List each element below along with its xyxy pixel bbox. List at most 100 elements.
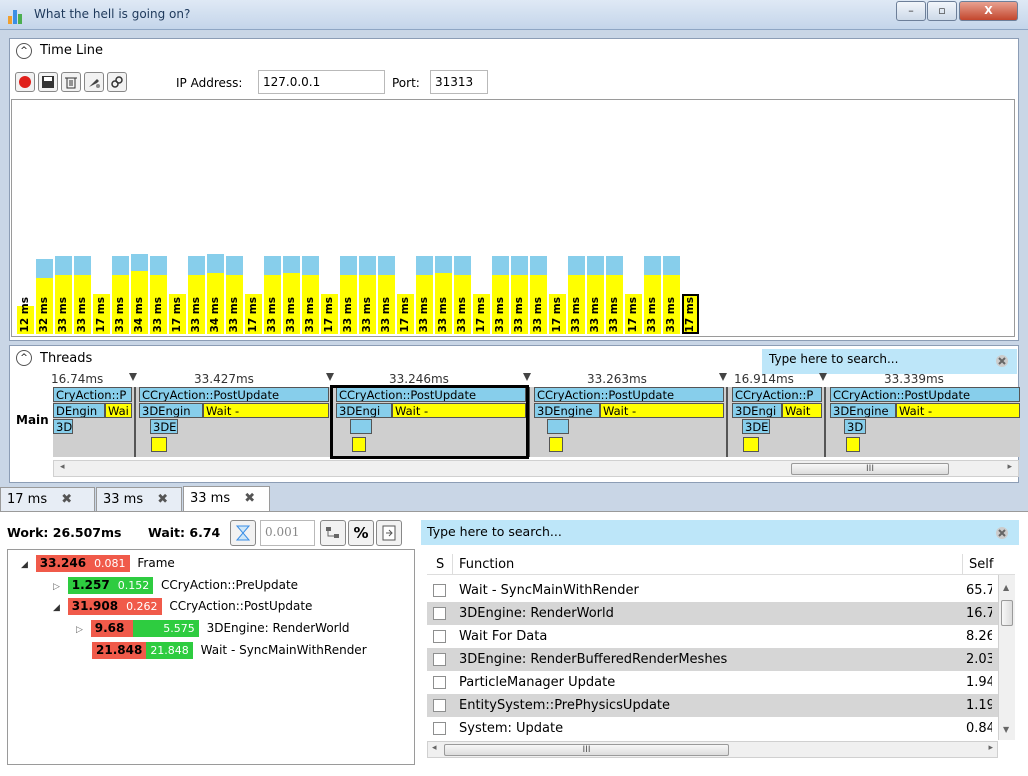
frame-bar[interactable]: 34 ms: [207, 254, 224, 334]
maximize-button[interactable]: ▫: [927, 1, 957, 21]
frame-bar[interactable]: 33 ms: [568, 256, 585, 334]
frame-timeline-graph[interactable]: 12 ms 32 ms 33 ms 33 ms 17 ms 33 ms 34 ms 33 ms…: [11, 99, 1015, 337]
save-button[interactable]: [38, 72, 58, 92]
frame-bar[interactable]: 33 ms: [435, 256, 452, 334]
scroll-right-icon[interactable]: ▸: [1007, 462, 1012, 472]
event-block[interactable]: CCryAction::PostUpdate: [534, 387, 724, 402]
frame-bar[interactable]: 34 ms: [131, 254, 148, 334]
frame-bar[interactable]: 17 ms: [473, 294, 490, 334]
frame-bar[interactable]: 33 ms: [226, 256, 243, 334]
wait-block[interactable]: Wait -: [896, 403, 1020, 418]
frame-bar[interactable]: 33 ms: [359, 256, 376, 334]
frame-bar[interactable]: 17 ms: [549, 294, 566, 334]
filter-button[interactable]: [320, 520, 346, 546]
function-row[interactable]: 3DEngine: RenderWorld 16.7: [427, 602, 1005, 625]
frame-bar[interactable]: 33 ms: [530, 256, 547, 334]
close-tab-icon[interactable]: ✖: [244, 491, 255, 506]
frame-tab[interactable]: 17 ms ✖: [0, 487, 95, 511]
event-block[interactable]: CCryAction::P: [732, 387, 822, 402]
frame-tab-active[interactable]: 33 ms ✖: [183, 486, 270, 512]
tree-row[interactable]: ◢ 33.246 0.081 Frame: [21, 555, 175, 572]
scroll-right-icon[interactable]: ▸: [988, 743, 993, 753]
function-row[interactable]: Wait - SyncMainWithRender 65.7: [427, 579, 1005, 602]
column-function[interactable]: Function: [459, 557, 514, 572]
frame-bar[interactable]: 33 ms: [378, 256, 395, 334]
minimize-button[interactable]: –: [896, 1, 926, 21]
frame-bar[interactable]: 33 ms: [112, 256, 129, 334]
port-input[interactable]: 31313: [430, 70, 488, 94]
timeline-collapse-icon[interactable]: ^: [16, 43, 32, 59]
event-block[interactable]: 3DEngin: [139, 403, 203, 418]
wait-block[interactable]: Wait: [782, 403, 822, 418]
tree-row[interactable]: ◢ 31.908 0.262 CCryAction::PostUpdate: [53, 598, 312, 615]
threads-search-input[interactable]: Type here to search...: [762, 349, 1017, 374]
record-button[interactable]: [15, 72, 35, 92]
frame-bar[interactable]: 33 ms: [511, 256, 528, 334]
frame-bar[interactable]: 17 ms: [682, 294, 699, 334]
scroll-left-icon[interactable]: ◂: [432, 743, 437, 753]
close-tab-icon[interactable]: ✖: [61, 492, 72, 507]
event-block[interactable]: DEngin: [53, 403, 105, 418]
event-block[interactable]: 3D: [53, 419, 73, 434]
thread-timeline[interactable]: CryAction::P DEngin Wai 3D CCryAction::P…: [53, 387, 1020, 457]
wait-block[interactable]: Wait -: [600, 403, 724, 418]
event-block[interactable]: CCryAction::PostUpdate: [830, 387, 1020, 402]
frame-bar[interactable]: 33 ms: [587, 256, 604, 334]
row-checkbox[interactable]: [433, 630, 446, 643]
row-checkbox[interactable]: [433, 699, 446, 712]
frame-bar[interactable]: 12 ms: [17, 297, 34, 334]
close-button[interactable]: X: [959, 1, 1018, 21]
frame-bar[interactable]: 17 ms: [397, 294, 414, 334]
wait-block[interactable]: Wai: [105, 403, 132, 418]
frame-bar[interactable]: 33 ms: [340, 256, 357, 334]
tree-row[interactable]: ▷ 9.68 5.575 3DEngine: RenderWorld: [76, 620, 350, 637]
expand-icon[interactable]: ▷: [76, 625, 83, 635]
frame-bar[interactable]: 17 ms: [245, 294, 262, 334]
frame-bar[interactable]: 33 ms: [302, 256, 319, 334]
frame-bar[interactable]: 33 ms: [283, 256, 300, 334]
expand-icon[interactable]: ◢: [53, 603, 60, 613]
function-scroll-thumb-h[interactable]: III: [444, 744, 729, 756]
function-search-input[interactable]: Type here to search...: [421, 520, 1019, 545]
frame-bar[interactable]: 17 ms: [169, 294, 186, 334]
frame-bar[interactable]: 17 ms: [321, 294, 338, 334]
function-row[interactable]: Wait For Data 8.26: [427, 625, 1005, 648]
threshold-input[interactable]: 0.001: [260, 520, 315, 546]
frame-bar[interactable]: 33 ms: [416, 256, 433, 334]
row-checkbox[interactable]: [433, 653, 446, 666]
threads-scroll-thumb[interactable]: III: [791, 463, 949, 475]
event-block[interactable]: 3DEngine: [534, 403, 600, 418]
event-block[interactable]: 3DEngi: [732, 403, 782, 418]
scroll-down-icon[interactable]: ▼: [1003, 725, 1009, 734]
scroll-left-icon[interactable]: ◂: [60, 462, 65, 472]
frame-bar[interactable]: 33 ms: [74, 256, 91, 334]
hourglass-button[interactable]: [230, 520, 256, 546]
frame-bar[interactable]: 32 ms: [36, 259, 53, 334]
ip-address-input[interactable]: 127.0.0.1: [258, 70, 385, 94]
frame-bar[interactable]: 33 ms: [188, 256, 205, 334]
tree-row[interactable]: ▷ 1.257 0.152 CCryAction::PreUpdate: [53, 577, 298, 594]
function-scroll-thumb[interactable]: [1001, 600, 1013, 626]
function-row[interactable]: System: Update 0.84: [427, 717, 1005, 740]
row-checkbox[interactable]: [433, 676, 446, 689]
event-block[interactable]: 3DE: [742, 419, 770, 434]
event-block[interactable]: 3DEngine: [830, 403, 896, 418]
column-self[interactable]: Self: [969, 557, 993, 572]
function-row[interactable]: ParticleManager Update 1.94: [427, 671, 1005, 694]
frame-tab[interactable]: 33 ms ✖: [96, 487, 182, 511]
frame-bar[interactable]: 33 ms: [663, 256, 680, 334]
function-horizontal-scrollbar[interactable]: ◂ III ▸: [427, 741, 998, 758]
frame-bar[interactable]: 33 ms: [454, 256, 471, 334]
row-checkbox[interactable]: [433, 584, 446, 597]
clear-search-icon[interactable]: [995, 526, 1009, 540]
tree-row[interactable]: 21.848 21.848 Wait - SyncMainWithRender: [92, 642, 367, 659]
clear-button[interactable]: [61, 72, 81, 92]
export-button[interactable]: [376, 520, 402, 546]
settings-button[interactable]: [84, 72, 104, 92]
frame-bar[interactable]: 17 ms: [625, 294, 642, 334]
frame-bar[interactable]: 33 ms: [606, 256, 623, 334]
event-block[interactable]: CryAction::P: [53, 387, 132, 402]
event-block[interactable]: CCryAction::PostUpdate: [139, 387, 329, 402]
frame-bar[interactable]: 33 ms: [492, 256, 509, 334]
frame-bar[interactable]: 17 ms: [93, 294, 110, 334]
